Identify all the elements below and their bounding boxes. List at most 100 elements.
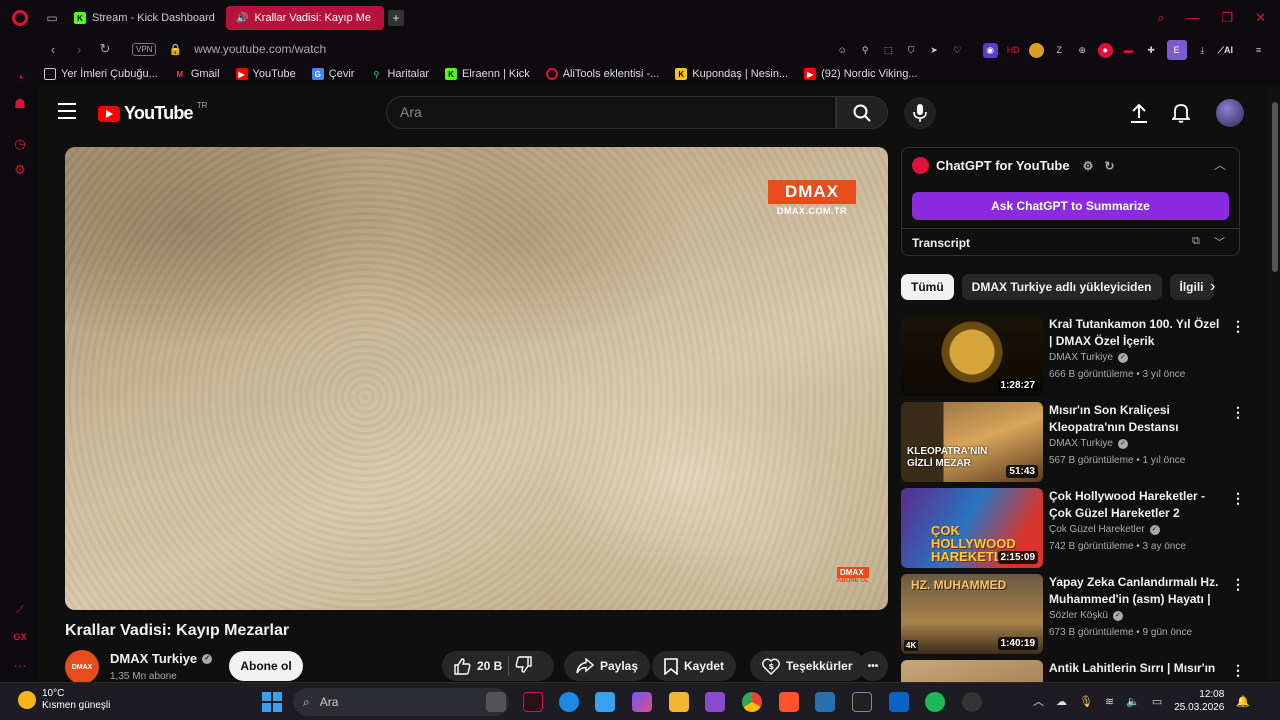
shield-icon[interactable]: ⛉ xyxy=(904,43,919,58)
list-item[interactable]: ÇOK HOLLYWOOD HAREKETLER 2:15:09 Çok Hol… xyxy=(901,488,1245,568)
epic-games-icon[interactable] xyxy=(852,692,872,712)
profile-e-icon[interactable]: E xyxy=(1166,40,1187,60)
page-scrollbar[interactable] xyxy=(1270,88,1280,682)
channel-name-link[interactable]: Çok Güzel Hareketler ✓ xyxy=(1049,524,1160,535)
clock[interactable]: 12:08 25.03.2026 xyxy=(1174,688,1224,714)
new-tab-button[interactable]: + xyxy=(388,10,404,26)
wifi-icon[interactable]: ≋ xyxy=(1105,695,1114,708)
search-input[interactable]: Ara xyxy=(386,96,836,129)
video-thumbnail[interactable]: ÇOK HOLLYWOOD HAREKETLER 2:15:09 xyxy=(901,488,1043,568)
search-tabs-icon[interactable]: ⌕ xyxy=(1157,10,1164,26)
video-title[interactable]: Mısır'ın Son Kraliçesi Kleopatra'nın Des… xyxy=(1049,402,1223,436)
copy-icon[interactable]: ⧉ xyxy=(1192,235,1200,248)
steam-icon[interactable] xyxy=(962,692,982,712)
vpn-badge[interactable]: VPN xyxy=(132,42,157,56)
brave-icon[interactable] xyxy=(779,692,799,712)
download-icon[interactable]: ⤓ xyxy=(1195,43,1210,58)
extension-screen-icon[interactable]: ◉ xyxy=(982,42,998,58)
chevron-up-icon[interactable]: ︿ xyxy=(1033,693,1044,709)
close-window-button[interactable]: ✕ xyxy=(1255,10,1266,26)
video-title[interactable]: Antik Lahitlerin Sırrı | Mısır'ın xyxy=(1049,660,1223,677)
history-icon[interactable]: ◷ xyxy=(12,136,28,152)
clipchamp-icon[interactable] xyxy=(705,692,725,712)
settings-gear-icon[interactable]: ⚙ xyxy=(12,162,28,178)
more-vert-icon[interactable]: ⋮ xyxy=(1231,404,1245,421)
pin-sidebar-icon[interactable]: ⟋ xyxy=(12,604,28,620)
url-field[interactable]: www.youtube.com/watch xyxy=(194,42,326,56)
channel-name-link[interactable]: DMAX Turkiye ✓ xyxy=(1049,438,1128,449)
lock-icon[interactable]: 🔒 xyxy=(168,43,182,56)
video-thumbnail[interactable]: KLEOPATRA'NIN GİZLİ MEZAR 51:43 xyxy=(901,402,1043,482)
edge-icon[interactable] xyxy=(559,692,579,712)
chevron-down-icon[interactable]: ﹀ xyxy=(1214,234,1225,250)
bookmark-nordic-viking[interactable]: ▶ (92) Nordic Viking... xyxy=(804,68,918,80)
gx-control-icon[interactable]: ◔ xyxy=(12,70,28,86)
ask-chatgpt-button[interactable]: Ask ChatGPT to Summarize xyxy=(912,192,1229,220)
list-item[interactable]: Antik Lahitlerin Sırrı | Mısır'ın ⋮ xyxy=(901,660,1245,682)
subscribe-button[interactable]: Abone ol xyxy=(229,651,303,681)
bookmark-folder[interactable]: Yer İmleri Çubuğu... xyxy=(44,68,158,80)
app-icon[interactable] xyxy=(815,692,835,712)
video-title[interactable]: Çok Hollywood Hareketler - Çok Güzel Har… xyxy=(1049,488,1223,522)
voice-search-button[interactable] xyxy=(904,97,936,129)
more-vert-icon[interactable]: ⋮ xyxy=(1231,490,1245,507)
task-view-icon[interactable] xyxy=(486,692,506,712)
more-vert-icon[interactable]: ⋮ xyxy=(1231,318,1245,335)
file-explorer-icon[interactable] xyxy=(669,692,689,712)
cloud-icon[interactable]: ☁ xyxy=(1056,695,1067,708)
back-button[interactable]: ‹ xyxy=(42,42,64,57)
bookmark-kick[interactable]: K Elraenn | Kick xyxy=(445,68,530,80)
bookmark-translate[interactable]: G Çevir xyxy=(311,68,354,80)
minimize-button[interactable]: — xyxy=(1186,10,1199,26)
video-player[interactable]: DMAX DMAX.COM.TR DMAX ABONE OL xyxy=(65,147,888,610)
extension-globe-icon[interactable]: ⊕ xyxy=(1075,43,1090,58)
extension-hd-icon[interactable]: HD xyxy=(1006,43,1021,58)
bookmark-maps[interactable]: ⚲ Haritalar xyxy=(370,68,430,80)
emoji-icon[interactable]: ☺ xyxy=(835,43,850,58)
more-vert-icon[interactable]: ⋮ xyxy=(1231,576,1245,593)
gear-icon[interactable]: ⚙ xyxy=(1083,159,1094,173)
browser-menu-icon[interactable]: ≡ xyxy=(1251,43,1266,58)
notification-bell-icon[interactable]: 🔔 xyxy=(1236,695,1250,708)
dmax-subscribe-watermark[interactable]: DMAX ABONE OL xyxy=(837,567,869,584)
extension-yt-icon[interactable]: ▬ xyxy=(1121,43,1136,58)
copilot-icon[interactable] xyxy=(632,692,652,712)
forward-button[interactable]: › xyxy=(68,42,90,57)
dislike-button[interactable] xyxy=(515,656,533,676)
chip-related[interactable]: İlgili xyxy=(1169,274,1214,300)
chip-from-uploader[interactable]: DMAX Turkiye adlı yükleyiciden xyxy=(961,274,1162,300)
channel-avatar[interactable]: DMAX xyxy=(65,650,99,682)
ai-button[interactable]: ⟋ AI xyxy=(1218,43,1233,58)
heart-icon[interactable]: ♡ xyxy=(950,43,965,58)
send-icon[interactable]: ➤ xyxy=(927,43,942,58)
channel-name-link[interactable]: DMAX Turkiye ✓ xyxy=(110,651,213,666)
video-title[interactable]: Yapay Zeka Canlandırmalı Hz. Muhammed'in… xyxy=(1049,574,1223,608)
extension-coin-icon[interactable] xyxy=(1028,42,1044,58)
bookmark-kupondas[interactable]: K Kupondaş | Nesin... xyxy=(675,68,788,80)
gx-corner-icon[interactable]: ☗ xyxy=(12,96,28,112)
bookmark-gmail[interactable]: M Gmail xyxy=(174,68,219,80)
save-button[interactable]: Kaydet xyxy=(652,651,737,681)
chevron-right-icon[interactable]: › xyxy=(1210,278,1215,296)
battery-icon[interactable]: ▭ xyxy=(1152,695,1162,708)
tab-youtube-video[interactable]: ▶ 🔊 Krallar Vadisi: Kayıp Me xyxy=(38,6,384,100)
speaker-icon[interactable]: 🔊 xyxy=(236,13,248,24)
workspace-icon[interactable]: ▭ xyxy=(40,0,64,36)
channel-name-link[interactable]: Sözler Köşkü ✓ xyxy=(1049,610,1123,621)
opera-gx-taskbar-icon[interactable] xyxy=(523,692,543,712)
extension-z-icon[interactable]: Z xyxy=(1052,43,1067,58)
list-item[interactable]: 1:28:27 Kral Tutankamon 100. Yıl Özel | … xyxy=(901,316,1245,396)
taskbar-search-input[interactable]: ⌕ Ara xyxy=(293,688,509,716)
sidebar-more-icon[interactable]: ··· xyxy=(12,658,28,674)
video-thumbnail[interactable]: 1:28:27 xyxy=(901,316,1043,396)
like-button[interactable]: 20 B xyxy=(454,657,502,675)
chip-all[interactable]: Tümü xyxy=(901,274,954,300)
notifications-button[interactable] xyxy=(1170,102,1192,124)
bookmark-alitools[interactable]: AliTools eklentisi -... xyxy=(545,68,659,80)
extensions-puzzle-icon[interactable]: ✚ xyxy=(1144,43,1159,58)
list-item[interactable]: HZ. MUHAMMED 4K 1:40:19 Yapay Zeka Canla… xyxy=(901,574,1245,654)
refresh-icon[interactable]: ↻ xyxy=(1104,159,1114,173)
reload-button[interactable]: ↻ xyxy=(94,41,116,57)
store-icon[interactable] xyxy=(889,692,909,712)
volume-icon[interactable]: 🔈 xyxy=(1126,695,1140,708)
